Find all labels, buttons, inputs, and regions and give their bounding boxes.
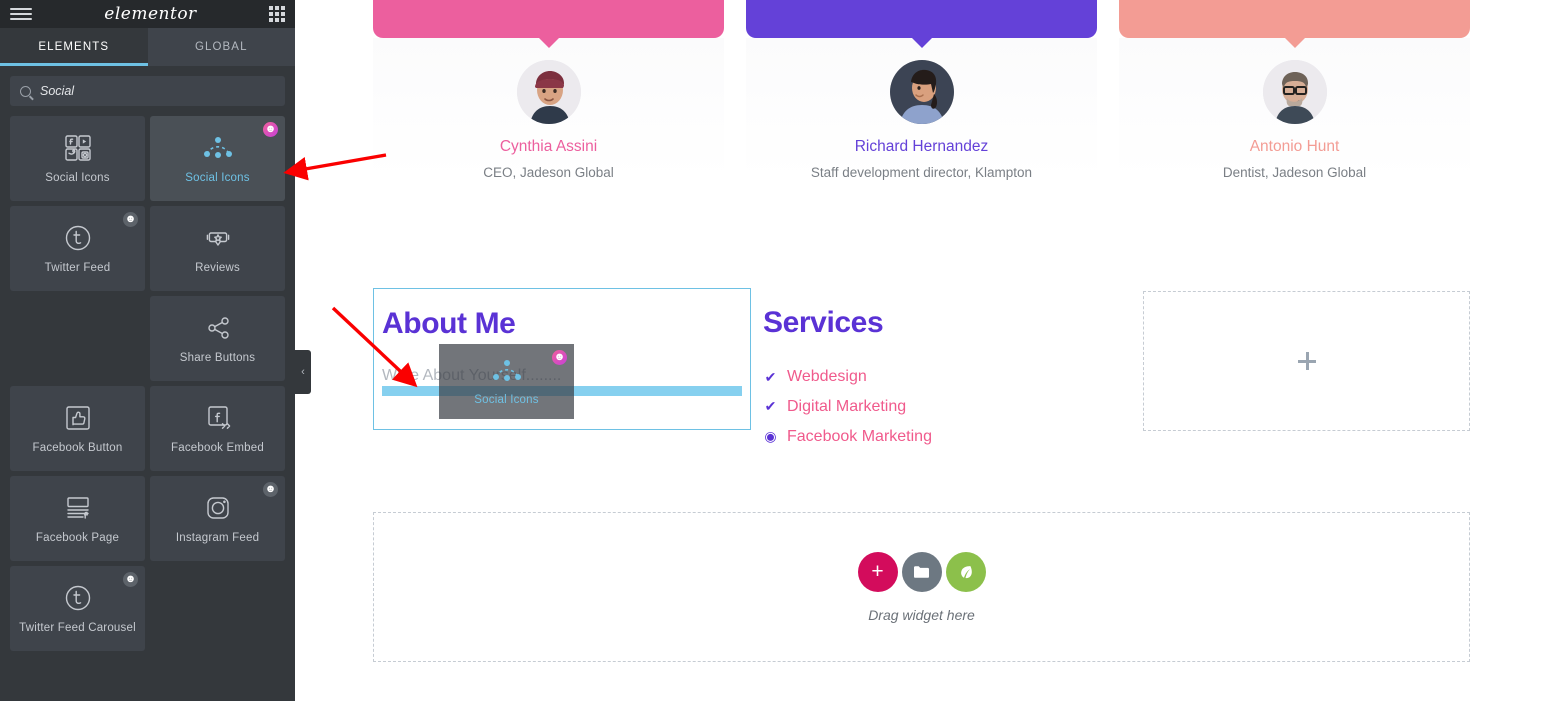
pro-badge-icon: ☻ — [123, 572, 138, 587]
panel-collapse-button[interactable]: ‹ — [295, 350, 311, 394]
widget-item-facebook-embed[interactable]: Facebook Embed — [150, 386, 285, 471]
widget-label: Share Buttons — [179, 351, 256, 364]
elementor-panel: elementor ELEMENTS GLOBAL Social Social … — [0, 0, 295, 701]
pro-badge-icon: ☻ — [123, 212, 138, 227]
add-section-button[interactable]: + — [857, 551, 898, 592]
widget-label: Social Icons — [45, 171, 110, 184]
member-role: Dentist, Jadeson Global — [1222, 165, 1367, 180]
pro-badge-icon: ☻ — [263, 482, 278, 497]
services-list: ✔ Webdesign ✔ Digital Marketing ◉ Facebo… — [763, 365, 1121, 449]
dropzone-label: Drag widget here — [868, 606, 975, 623]
tab-global[interactable]: GLOBAL — [148, 28, 296, 66]
avatar — [889, 60, 954, 124]
elementor-logo: elementor — [104, 4, 197, 24]
panel-header: elementor — [0, 0, 295, 28]
editor-canvas: Cynthia Assini CEO, Jadeson Global Richa… — [295, 0, 1548, 701]
widget-label: Social Icons — [185, 171, 250, 184]
pro-badge-icon: ☻ — [263, 122, 278, 137]
social-network-icon — [492, 357, 522, 385]
dragging-widget-ghost: ☻ Social Icons — [439, 344, 574, 419]
card-body: Antonio Hunt Dentist, Jadeson Global — [1119, 38, 1470, 180]
plus-glyph: + — [871, 560, 884, 584]
service-list-item: ◉ Facebook Marketing — [763, 425, 1121, 450]
services-title: Services — [763, 306, 884, 339]
service-label: Digital Marketing — [787, 397, 907, 415]
hamburger-icon[interactable] — [10, 8, 32, 20]
radio-dot-icon: ◉ — [764, 428, 777, 445]
widget-item-social-icons[interactable]: ☻ Social Icons — [150, 116, 285, 201]
facebook-page-icon — [64, 494, 92, 522]
envato-kit-button[interactable] — [945, 551, 986, 592]
widget-item-reviews[interactable]: Reviews — [150, 206, 285, 291]
widget-label: Twitter Feed — [44, 261, 111, 274]
social-grid-icon — [64, 134, 92, 162]
service-label: Facebook Marketing — [787, 427, 932, 445]
about-me-widget[interactable]: About Me Write About Yourself........ ☻ … — [373, 288, 751, 430]
widget-item-facebook-page[interactable]: Facebook Page — [10, 476, 145, 561]
member-role: Staff development director, Klampton — [810, 165, 1033, 180]
share-icon — [204, 314, 232, 342]
widget-item-social-icons[interactable]: Social Icons — [10, 116, 145, 201]
card-header-banner — [1119, 0, 1470, 38]
member-name: Cynthia Assini — [499, 138, 598, 155]
service-list-item: ✔ Digital Marketing — [763, 395, 1121, 420]
service-label: Webdesign — [787, 368, 867, 385]
widget-label: Twitter Feed Carousel — [19, 621, 136, 634]
card-body: Richard Hernandez Staff development dire… — [746, 38, 1097, 180]
folder-icon — [914, 566, 929, 578]
leaf-icon — [960, 566, 972, 578]
widget-label: Facebook Button — [32, 441, 123, 454]
member-name: Richard Hernandez — [854, 138, 989, 155]
empty-column-placeholder[interactable] — [1143, 291, 1470, 431]
drag-widget-dropzone[interactable]: + Drag widget here — [373, 512, 1470, 663]
member-name: Antonio Hunt — [1249, 138, 1340, 155]
widget-slot-empty — [10, 296, 145, 381]
widget-item-twitter-feed[interactable]: ☻ Twitter Feed — [10, 206, 145, 291]
widget-grid: Social Icons ☻ Social Icons ☻ Twitter Fe… — [0, 116, 295, 651]
instagram-icon — [204, 494, 232, 522]
panel-tabs: ELEMENTS GLOBAL — [0, 28, 295, 66]
social-network-icon — [203, 134, 233, 162]
about-services-row: About Me Write About Yourself........ ☻ … — [295, 288, 1548, 454]
about-me-title: About Me — [382, 307, 516, 340]
reviews-icon — [204, 224, 232, 252]
card-header-banner — [746, 0, 1097, 38]
grid-icon[interactable] — [268, 6, 285, 22]
widget-label: Facebook Embed — [171, 441, 264, 454]
services-widget[interactable]: Services ✔ Webdesign ✔ Digital Marketing… — [751, 288, 1129, 454]
team-member-card[interactable]: Richard Hernandez Staff development dire… — [746, 0, 1097, 200]
widget-item-facebook-button[interactable]: Facebook Button — [10, 386, 145, 471]
ghost-widget-label: Social Icons — [474, 394, 539, 406]
team-member-card[interactable]: Cynthia Assini CEO, Jadeson Global — [373, 0, 724, 200]
avatar — [516, 60, 581, 124]
twitter-circle-icon — [64, 224, 92, 252]
service-list-item: ✔ Webdesign — [763, 365, 1121, 390]
dropzone-buttons: + — [857, 551, 986, 592]
widget-label: Reviews — [195, 261, 240, 274]
widget-item-twitter-feed-carousel[interactable]: ☻ Twitter Feed Carousel — [10, 566, 145, 651]
twitter-circle-icon — [64, 584, 92, 612]
widget-item-instagram-feed[interactable]: ☻ Instagram Feed — [150, 476, 285, 561]
tab-elements[interactable]: ELEMENTS — [0, 28, 148, 66]
check-icon: ✔ — [764, 368, 777, 385]
card-body: Cynthia Assini CEO, Jadeson Global — [373, 38, 724, 180]
widget-label: Instagram Feed — [175, 531, 260, 544]
search-box[interactable] — [10, 76, 285, 106]
search-input[interactable] — [40, 84, 275, 98]
card-header-banner — [373, 0, 724, 38]
pro-badge-icon: ☻ — [552, 350, 567, 365]
member-role: CEO, Jadeson Global — [483, 165, 614, 180]
widget-item-share-buttons[interactable]: Share Buttons — [150, 296, 285, 381]
template-library-button[interactable] — [901, 551, 942, 592]
facebook-embed-icon — [204, 404, 232, 432]
check-icon: ✔ — [764, 398, 777, 415]
team-member-card[interactable]: Antonio Hunt Dentist, Jadeson Global — [1119, 0, 1470, 200]
search-icon — [20, 85, 31, 97]
avatar — [1262, 60, 1327, 124]
team-section: Cynthia Assini CEO, Jadeson Global Richa… — [295, 0, 1548, 200]
thumbs-up-icon — [64, 404, 92, 432]
plus-icon — [1297, 352, 1316, 370]
search-container — [0, 66, 295, 116]
widget-label: Facebook Page — [35, 531, 120, 544]
